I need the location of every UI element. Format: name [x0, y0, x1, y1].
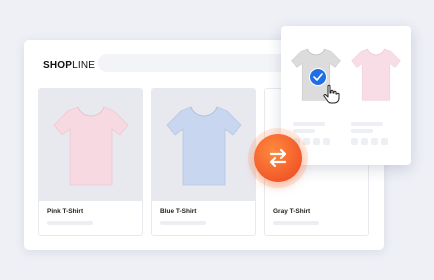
- product-name[interactable]: Pink T-Shirt: [47, 208, 83, 215]
- shopline-logo[interactable]: SHOPLINE: [43, 60, 95, 71]
- option-skeleton-line: [351, 129, 373, 133]
- tshirt-icon: [166, 106, 242, 186]
- size-swatch[interactable]: [381, 138, 388, 145]
- price-placeholder: [47, 221, 93, 225]
- size-swatch[interactable]: [313, 138, 320, 145]
- price-placeholder: [273, 221, 319, 225]
- option-skeleton-line: [293, 129, 315, 133]
- option-skeleton-line: [351, 122, 383, 126]
- search-bar[interactable]: [98, 54, 294, 72]
- size-swatch[interactable]: [361, 138, 368, 145]
- variant-picker-popup: [281, 26, 411, 165]
- swap-arrows-icon: [269, 148, 287, 168]
- product-image: [39, 89, 142, 201]
- size-swatch[interactable]: [303, 138, 310, 145]
- product-name[interactable]: Gray T-Shirt: [273, 208, 310, 215]
- tshirt-icon: [53, 106, 129, 186]
- swap-button[interactable]: [254, 134, 302, 182]
- product-card-pink[interactable]: Pink T-Shirt: [38, 88, 143, 236]
- price-placeholder: [160, 221, 206, 225]
- checkmark-icon: [313, 73, 323, 81]
- size-swatch[interactable]: [371, 138, 378, 145]
- product-image: [152, 89, 255, 201]
- tshirt-option-pink[interactable]: [349, 44, 403, 104]
- option-skeleton-line: [293, 122, 325, 126]
- size-swatch[interactable]: [351, 138, 358, 145]
- product-name[interactable]: Blue T-Shirt: [160, 208, 196, 215]
- size-swatch[interactable]: [323, 138, 330, 145]
- product-card-blue[interactable]: Blue T-Shirt: [151, 88, 256, 236]
- hand-cursor-icon: [323, 84, 340, 104]
